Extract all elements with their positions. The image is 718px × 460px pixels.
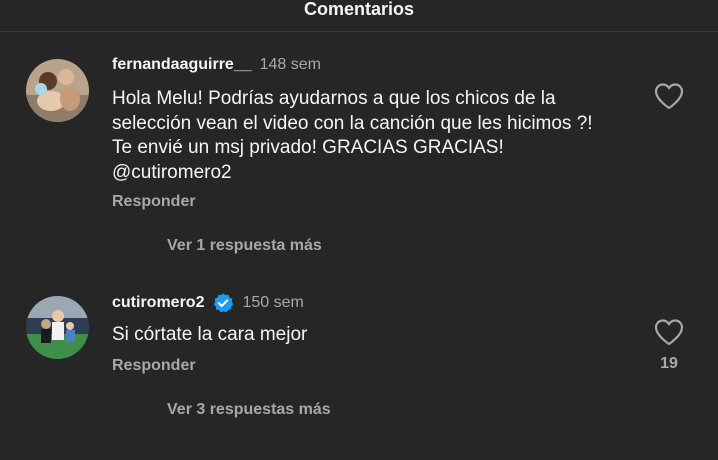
reply-button[interactable]: Responder [112,193,196,211]
avatar[interactable] [26,296,89,359]
avatar[interactable] [26,59,89,122]
page-title: Comentarios [303,0,415,19]
comment-text-line: selección vean el video con la canción q… [112,112,593,134]
username[interactable]: cutiromero2 [112,294,204,312]
mention-link[interactable]: @cutiromero2 [112,161,642,186]
comment-meta: cutiromero2 150 sem [112,292,304,314]
comment-text-line: Si córtate la cara mejor [112,324,308,345]
reply-button[interactable]: Responder [112,357,196,375]
avatar-image-icon [26,59,89,122]
username[interactable]: fernandaaguirre__ [112,56,252,74]
view-replies-button[interactable]: Ver 3 respuestas más [167,401,331,419]
heart-outline-icon[interactable] [654,82,684,110]
comment-meta: fernandaaguirre__ 148 sem [112,56,321,74]
comments-header: Comentarios [0,0,718,32]
timestamp: 150 sem [242,294,304,311]
comment-text-line: Hola Melu! Podrías ayudarnos a que los c… [112,88,556,109]
comment-text-line: Te envié un msj privado! GRACIAS GRACIAS… [112,137,504,158]
verified-badge-icon [214,293,234,313]
comment-text: Hola Melu! Podrías ayudarnos a que los c… [112,87,642,185]
comment-text: Si córtate la cara mejor [112,323,642,348]
heart-outline-icon[interactable] [654,318,684,346]
view-replies-button[interactable]: Ver 1 respuesta más [167,237,322,255]
avatar-image-icon [26,296,89,359]
like-count: 19 [660,355,678,372]
timestamp: 148 sem [259,56,321,73]
